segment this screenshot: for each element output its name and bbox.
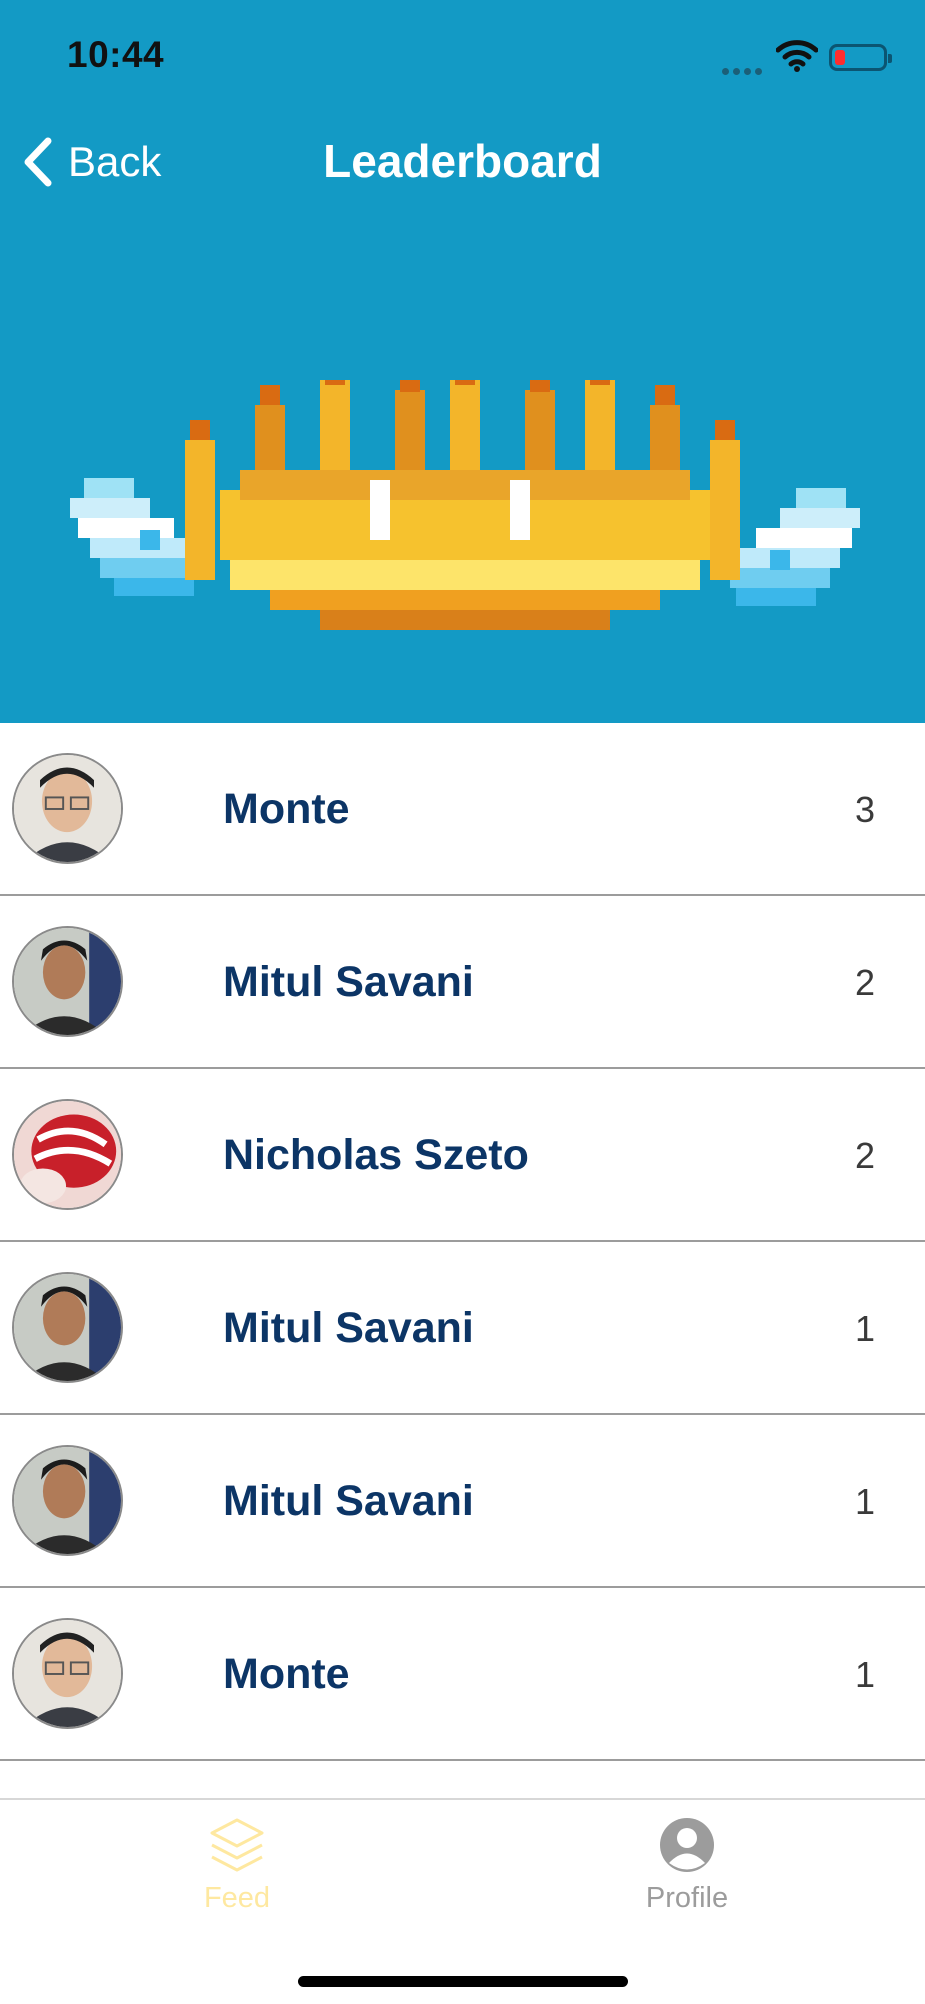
tab-feed-label: Feed xyxy=(203,1882,271,1914)
player-name: Monte xyxy=(223,1650,350,1698)
player-score: 1 xyxy=(854,1481,875,1522)
player-name: Mitul Savani xyxy=(223,958,474,1006)
player-name: Monte xyxy=(223,785,350,833)
avatar xyxy=(12,1445,123,1556)
wifi-icon xyxy=(776,40,818,72)
right-wing-icon xyxy=(730,488,860,606)
tab-profile-label: Profile xyxy=(645,1882,729,1914)
avatar xyxy=(12,926,123,1037)
left-wing-icon xyxy=(70,478,200,596)
player-score: 1 xyxy=(854,1654,875,1695)
cellular-signal-icon xyxy=(722,62,766,80)
avatar xyxy=(12,1099,123,1210)
home-indicator xyxy=(298,1976,628,1987)
leaderboard-row[interactable]: Mitul Savani 2 xyxy=(0,896,925,1069)
player-name: Mitul Savani xyxy=(223,1304,474,1352)
leaderboard-row[interactable]: Monte 3 xyxy=(0,723,925,896)
header: 10:44 Back Leaderboard xyxy=(0,0,925,723)
avatar xyxy=(12,753,123,864)
player-name: Nicholas Szeto xyxy=(223,1131,529,1179)
leaderboard-row[interactable]: Monte 1 xyxy=(0,1588,925,1761)
layers-icon xyxy=(210,1818,264,1872)
winged-crown-illustration xyxy=(70,380,860,630)
tab-bar: Feed Profile xyxy=(0,1798,925,2004)
battery-icon xyxy=(829,44,892,71)
leaderboard-row[interactable]: Nicholas Szeto 2 xyxy=(0,1069,925,1242)
avatar xyxy=(12,1618,123,1729)
player-score: 3 xyxy=(854,789,875,830)
tab-profile[interactable]: Profile xyxy=(587,1816,787,1915)
leaderboard-list: Monte 3 Mitul Savani 2 Nicholas Szeto 2 … xyxy=(0,723,925,1761)
avatar xyxy=(12,1272,123,1383)
player-score: 2 xyxy=(854,1135,875,1176)
leaderboard-row[interactable]: Mitul Savani 1 xyxy=(0,1242,925,1415)
status-time: 10:44 xyxy=(67,34,165,75)
person-icon xyxy=(660,1818,714,1872)
page-title: Leaderboard xyxy=(323,135,602,187)
player-name: Mitul Savani xyxy=(223,1477,474,1525)
player-score: 2 xyxy=(854,962,875,1003)
tab-feed[interactable]: Feed xyxy=(137,1816,337,1915)
battery-level xyxy=(835,50,845,65)
crown-icon xyxy=(185,380,740,630)
player-score: 1 xyxy=(854,1308,875,1349)
leaderboard-row[interactable]: Mitul Savani 1 xyxy=(0,1415,925,1588)
